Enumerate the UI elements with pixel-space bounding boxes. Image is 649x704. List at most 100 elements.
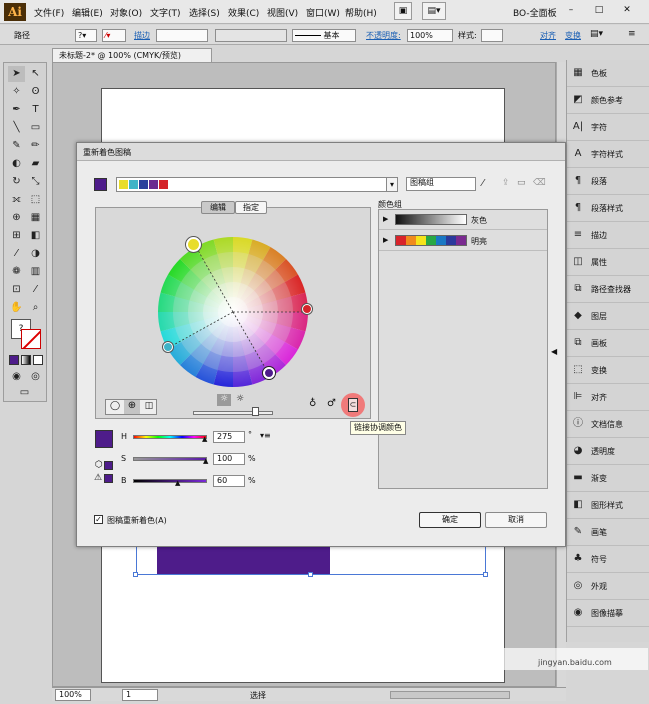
type-tool-icon[interactable]: T	[27, 102, 44, 118]
stroke-weight-field[interactable]	[156, 29, 208, 42]
hue-field[interactable]: 275	[213, 431, 245, 443]
rectangle-tool-icon[interactable]: ▭	[27, 120, 44, 136]
none-mode-icon[interactable]	[33, 355, 43, 365]
eyedropper-icon[interactable]: ⁄	[482, 178, 484, 189]
color-chip[interactable]	[159, 180, 168, 189]
color-group-row[interactable]: ▶ 明亮	[379, 231, 547, 251]
hue-slider-thumb[interactable]: ▲	[202, 435, 207, 443]
panel-symbols[interactable]: ♣ 符号	[567, 546, 649, 573]
zoom-field[interactable]: 100%	[55, 689, 91, 701]
selected-color-swatch[interactable]	[95, 430, 113, 448]
panel-document-info[interactable]: ⓘ 文档信息	[567, 411, 649, 438]
menu-view[interactable]: 视图(V)	[267, 6, 298, 19]
lasso-tool-icon[interactable]: ʘ	[27, 84, 44, 100]
tab-edit[interactable]: 编辑	[201, 201, 235, 214]
panel-gradient[interactable]: ▬ 渐变	[567, 465, 649, 492]
base-color-swatch[interactable]	[94, 178, 107, 191]
add-color-tool-icon[interactable]: ♁	[309, 398, 316, 409]
brightness-hsb-slider[interactable]	[133, 479, 207, 483]
color-group-name-field[interactable]: 图稿组	[406, 177, 476, 191]
color-marker-yellow[interactable]	[186, 237, 201, 252]
panel-color-guide[interactable]: ◩ 颜色参考	[567, 87, 649, 114]
paintbrush-tool-icon[interactable]: ✎	[8, 138, 25, 154]
panel-appearance[interactable]: ◎ 外观	[567, 573, 649, 600]
collapse-panel-icon[interactable]: ◀	[551, 347, 557, 356]
transform-link[interactable]: 变换	[565, 30, 581, 41]
menu-type[interactable]: 文字(T)	[150, 6, 181, 19]
arrange-docs-icon[interactable]: ▤▾	[422, 2, 446, 20]
stroke-link[interactable]: 描边	[134, 30, 150, 41]
fill-swatch[interactable]: ?▾	[75, 29, 97, 42]
artboard-number-field[interactable]: 1	[122, 689, 158, 701]
selection-handle[interactable]	[308, 572, 313, 577]
panel-menu-icon[interactable]: ≡	[628, 29, 636, 39]
menu-file[interactable]: 文件(F)	[34, 6, 64, 19]
menu-help[interactable]: 帮助(H)	[345, 6, 377, 19]
panel-pathfinder[interactable]: ⧉ 路径查找器	[567, 276, 649, 303]
current-colors-strip[interactable]	[116, 177, 398, 192]
menu-object[interactable]: 对象(O)	[110, 6, 142, 19]
column-graph-tool-icon[interactable]: ▥	[27, 264, 44, 280]
color-marker-cyan[interactable]	[163, 342, 173, 352]
expand-arrow-icon[interactable]: ▶	[383, 236, 388, 244]
color-marker-red[interactable]	[302, 304, 312, 314]
selection-tool-icon[interactable]: ➤	[8, 66, 25, 82]
align-link[interactable]: 对齐	[540, 30, 556, 41]
brightness-slider-thumb[interactable]	[252, 407, 259, 416]
panel-attributes[interactable]: ◫ 属性	[567, 249, 649, 276]
show-saturation-icon[interactable]: ☼	[217, 394, 231, 406]
segmented-wheel-icon[interactable]: ⊕	[124, 400, 140, 414]
menu-effect[interactable]: 效果(C)	[228, 6, 259, 19]
symbol-sprayer-tool-icon[interactable]: ❁	[8, 264, 25, 280]
brightness-field[interactable]: 60	[213, 475, 245, 487]
perspective-grid-tool-icon[interactable]: ▦	[27, 210, 44, 226]
draw-behind-icon[interactable]: ◎	[27, 369, 44, 385]
color-bars-icon[interactable]: ◫	[142, 401, 156, 413]
hand-tool-icon[interactable]: ✋	[8, 300, 25, 316]
bridge-icon[interactable]: ▣	[394, 2, 412, 20]
saturation-slider[interactable]	[133, 457, 207, 461]
selection-handle[interactable]	[483, 572, 488, 577]
hue-slider[interactable]	[133, 435, 207, 439]
variable-width-field[interactable]	[215, 29, 287, 42]
panel-transform[interactable]: ⬚ 变换	[567, 357, 649, 384]
draw-mode-icon[interactable]: ◉	[8, 369, 25, 385]
menu-edit[interactable]: 编辑(E)	[72, 6, 103, 19]
rotate-tool-icon[interactable]: ↻	[8, 174, 25, 190]
base-color-marker[interactable]	[263, 367, 275, 379]
menu-select[interactable]: 选择(S)	[189, 6, 220, 19]
color-mode-icon[interactable]	[9, 355, 19, 365]
smooth-wheel-icon[interactable]: ◯	[108, 401, 122, 413]
show-brightness-icon[interactable]: ☼	[233, 394, 247, 406]
panel-transparency[interactable]: ◕ 透明度	[567, 438, 649, 465]
panel-align[interactable]: ⊫ 对齐	[567, 384, 649, 411]
width-tool-icon[interactable]: ⟗	[8, 192, 25, 208]
control-options-icon[interactable]: ▤▾	[590, 29, 603, 39]
free-transform-tool-icon[interactable]: ⬚	[27, 192, 44, 208]
brush-definition[interactable]: 基本	[292, 29, 356, 42]
line-tool-icon[interactable]: ╲	[8, 120, 25, 136]
gradient-mode-icon[interactable]	[21, 355, 31, 365]
color-chip[interactable]	[139, 180, 148, 189]
direct-selection-tool-icon[interactable]: ↖	[27, 66, 44, 82]
panel-stroke[interactable]: ≡ 描边	[567, 222, 649, 249]
horizontal-scrollbar[interactable]	[390, 691, 510, 699]
slice-tool-icon[interactable]: ⁄	[27, 282, 44, 298]
link-harmony-colors-icon[interactable]: ⊂	[348, 398, 358, 412]
panel-character-styles[interactable]: A 字符样式	[567, 141, 649, 168]
workspace-switcher[interactable]: BO-全面板	[513, 6, 557, 19]
color-group-row[interactable]: ▶ 灰色	[379, 210, 547, 230]
expand-arrow-icon[interactable]: ▶	[383, 215, 388, 223]
pencil-tool-icon[interactable]: ✏	[27, 138, 44, 154]
panel-graphic-styles[interactable]: ◧ 图形样式	[567, 492, 649, 519]
saturation-field[interactable]: 100	[213, 453, 245, 465]
menu-window[interactable]: 窗口(W)	[306, 6, 340, 19]
opacity-link[interactable]: 不透明度:	[366, 30, 401, 41]
brightness-hsb-slider-thumb[interactable]: ▲	[175, 479, 180, 487]
harmony-dropdown-icon[interactable]: ▾	[386, 177, 398, 192]
panel-layers[interactable]: ◆ 图层	[567, 303, 649, 330]
opacity-field[interactable]: 100%	[407, 29, 453, 42]
remove-color-tool-icon[interactable]: ♂	[327, 398, 336, 409]
artboard-tool-icon[interactable]: ⊡	[8, 282, 25, 298]
stroke-swatch[interactable]: ⁄▾	[102, 29, 126, 42]
